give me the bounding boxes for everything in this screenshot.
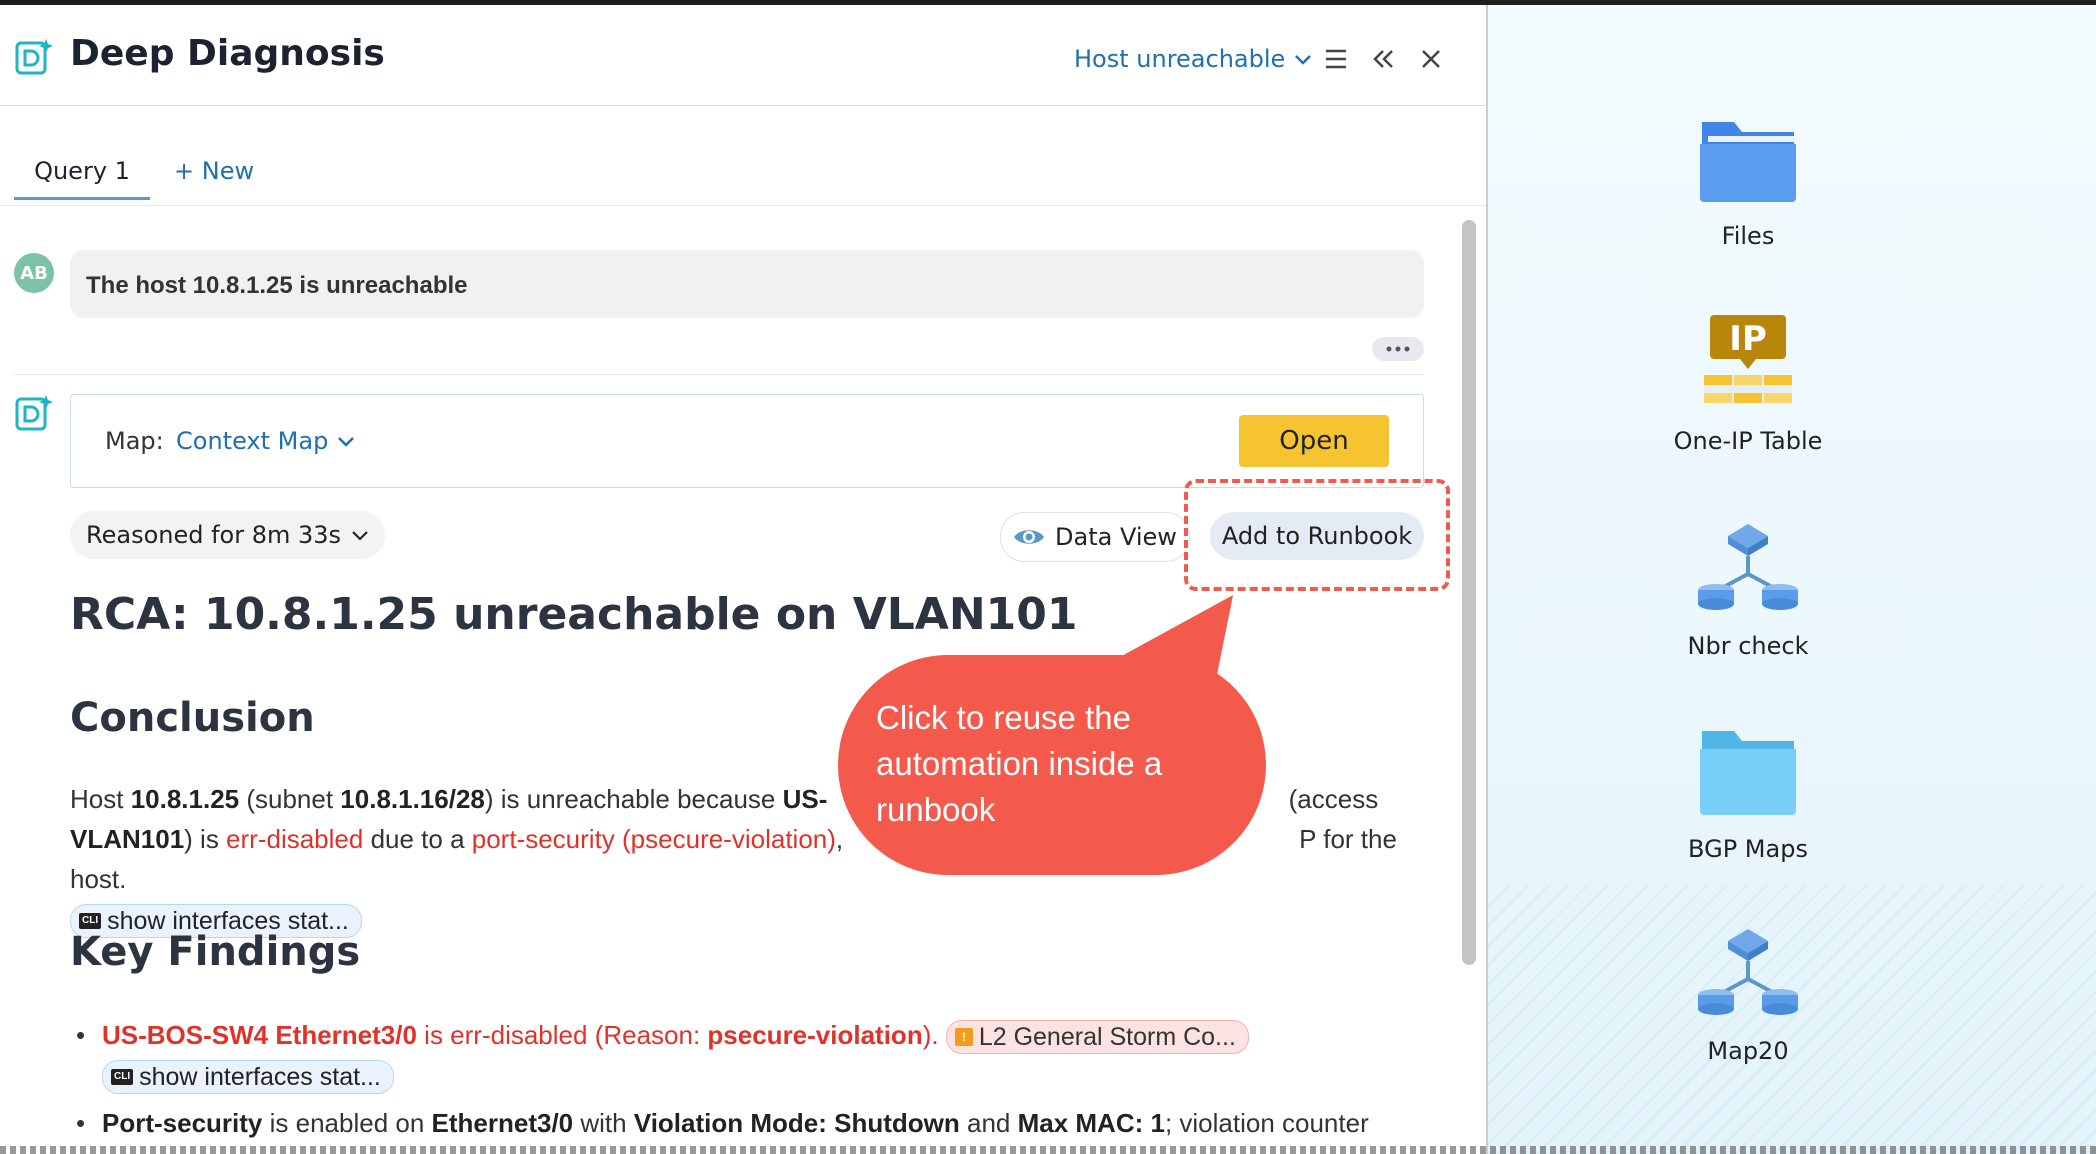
close-icon (1422, 50, 1440, 68)
hamburger-menu-icon (1326, 49, 1346, 69)
conclusion-heading: Conclusion (70, 695, 315, 741)
double-chevron-left-icon (1373, 50, 1393, 68)
desktop-item-label: Map20 (1707, 1037, 1789, 1065)
cli-command-chip[interactable]: CLI show interfaces stat... (102, 1060, 394, 1095)
cli-icon: CLI (79, 913, 102, 930)
desktop-item-nbr-check[interactable]: Nbr check (1628, 510, 1868, 660)
user-query-bubble: The host 10.8.1.25 is unreachable (70, 250, 1424, 318)
key-findings-heading: Key Findings (70, 929, 361, 975)
panel-header: Deep Diagnosis Host unreachable (0, 5, 1486, 106)
ellipsis-icon (1386, 346, 1410, 352)
scrollbar-thumb[interactable] (1462, 220, 1476, 965)
assistant-logo-icon (15, 395, 53, 431)
scenario-dropdown[interactable]: Host unreachable (1074, 45, 1313, 73)
eye-icon (1014, 530, 1045, 544)
desktop-item-bgp-maps[interactable]: BGP Maps (1628, 713, 1868, 863)
data-view-label: Data View (1055, 523, 1177, 551)
desktop-item-files[interactable]: Files (1628, 100, 1868, 250)
menu-button[interactable] (1320, 43, 1352, 75)
ip-table-icon: IP (1704, 315, 1792, 403)
deep-diagnosis-logo-icon (15, 39, 53, 75)
folder-icon (1700, 731, 1796, 815)
rca-title: RCA: 10.8.1.25 unreachable on VLAN101 (70, 589, 1078, 640)
close-button[interactable] (1415, 43, 1447, 75)
message-divider (14, 374, 1424, 375)
finding-item: US-BOS-SW4 Ethernet3/0 is err-disabled (… (76, 1015, 1249, 1095)
data-view-button[interactable]: Data View (1000, 512, 1190, 562)
panel-title: Deep Diagnosis (70, 33, 385, 74)
finding-item: Port-security is enabled on Ethernet3/0 … (76, 1103, 1369, 1143)
desktop-item-label: Files (1721, 222, 1775, 250)
map-card: Map: Context Map Open (70, 394, 1424, 488)
user-query-text: The host 10.8.1.25 is unreachable (86, 272, 468, 299)
collapse-button[interactable] (1367, 43, 1399, 75)
map-selector[interactable]: Context Map (176, 427, 356, 455)
desktop-item-map20[interactable]: Map20 (1628, 915, 1868, 1065)
screenshot-torn-edge (0, 1146, 2096, 1154)
desktop-item-label: Nbr check (1687, 632, 1809, 660)
warning-icon: ! (954, 1028, 973, 1047)
more-options-button[interactable] (1372, 337, 1424, 361)
topology-icon (1698, 524, 1798, 610)
map-label: Map: (105, 427, 164, 455)
query-tabs: Query 1 + New (0, 105, 1486, 206)
scenario-label: Host unreachable (1074, 45, 1286, 73)
desktop-item-one-ip-table[interactable]: IP One-IP Table (1628, 305, 1868, 455)
open-map-button[interactable]: Open (1239, 415, 1389, 467)
desktop-item-label: BGP Maps (1688, 835, 1808, 863)
folder-icon (1700, 122, 1796, 202)
highlight-box (1184, 479, 1450, 591)
storm-control-chip[interactable]: ! L2 General Storm Co... (945, 1020, 1249, 1055)
deep-diagnosis-panel: Deep Diagnosis Host unreachable Query 1 … (0, 5, 1488, 1154)
tab-new-query[interactable]: + New (174, 157, 254, 185)
chevron-down-icon (1295, 55, 1312, 65)
svg-text:IP: IP (1729, 319, 1767, 359)
desktop-item-label: One-IP Table (1673, 427, 1823, 455)
chevron-down-icon (338, 437, 355, 447)
user-avatar: AB (14, 253, 54, 293)
topology-icon (1698, 929, 1798, 1015)
desktop-area: Files IP One-IP Table Nbr check BGP Maps (1488, 5, 2096, 1154)
cli-icon: CLI (111, 1069, 134, 1086)
callout-text: Click to reuse the automation inside a r… (876, 699, 1163, 828)
reasoning-text: Reasoned for 8m 33s (86, 521, 342, 549)
map-selector-value: Context Map (176, 427, 329, 455)
reasoning-toggle[interactable]: Reasoned for 8m 33s (70, 511, 386, 559)
tab-query-1[interactable]: Query 1 (14, 157, 150, 200)
chevron-down-icon (352, 531, 368, 541)
